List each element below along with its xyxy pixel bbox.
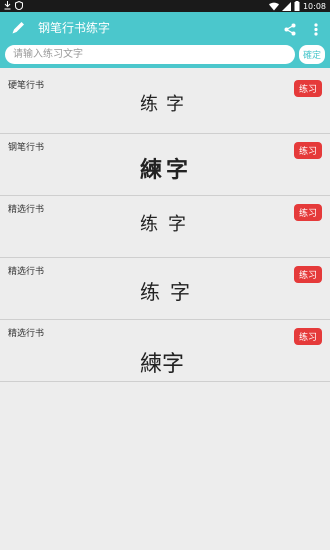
calligraphy-sample: 練字 bbox=[140, 352, 185, 377]
practice-button[interactable]: 练习 bbox=[294, 266, 322, 283]
calligraphy-sample: 练字 bbox=[140, 280, 200, 304]
practice-button[interactable]: 练习 bbox=[294, 80, 322, 97]
confirm-button[interactable]: 確定 bbox=[299, 45, 325, 64]
style-label: 精选行书 bbox=[8, 267, 45, 277]
calligraphy-sample: 練字 bbox=[140, 157, 193, 183]
download-icon bbox=[4, 1, 11, 12]
app-title: 钢笔行书练字 bbox=[38, 21, 111, 35]
pen-icon bbox=[11, 20, 26, 39]
calligraphy-sample: 练字 bbox=[140, 214, 196, 235]
style-label: 硬笔行书 bbox=[8, 81, 45, 91]
shield-icon bbox=[15, 0, 23, 12]
signal-icon bbox=[281, 1, 291, 13]
search-input[interactable] bbox=[5, 45, 295, 64]
wifi-icon bbox=[268, 2, 279, 13]
style-label: 精选行书 bbox=[8, 329, 45, 339]
list-item[interactable]: 硬笔行书 练字 练习 bbox=[0, 72, 330, 134]
calligraphy-sample: 练字 bbox=[140, 94, 192, 115]
practice-button[interactable]: 练习 bbox=[294, 328, 322, 345]
share-icon[interactable] bbox=[284, 21, 296, 40]
status-time: 10:08 bbox=[302, 2, 326, 11]
list-item[interactable]: 钢笔行书 練字 练习 bbox=[0, 134, 330, 196]
style-label: 精选行书 bbox=[8, 205, 45, 215]
list-item[interactable]: 精选行书 练字 练习 bbox=[0, 258, 330, 320]
list-item[interactable]: 精选行书 練字 练习 bbox=[0, 320, 330, 382]
search-bar: 確定 bbox=[0, 44, 330, 68]
app-toolbar: 钢笔行书练字 bbox=[0, 12, 330, 44]
practice-button[interactable]: 练习 bbox=[294, 142, 322, 159]
more-vert-icon[interactable] bbox=[314, 21, 318, 40]
style-list: 硬笔行书 练字 练习 钢笔行书 練字 练习 精选行书 练字 练习 精选行书 练字… bbox=[0, 72, 330, 382]
practice-button[interactable]: 练习 bbox=[294, 204, 322, 221]
status-bar: 10:08 bbox=[0, 0, 330, 12]
style-label: 钢笔行书 bbox=[8, 143, 45, 153]
list-item[interactable]: 精选行书 练字 练习 bbox=[0, 196, 330, 258]
